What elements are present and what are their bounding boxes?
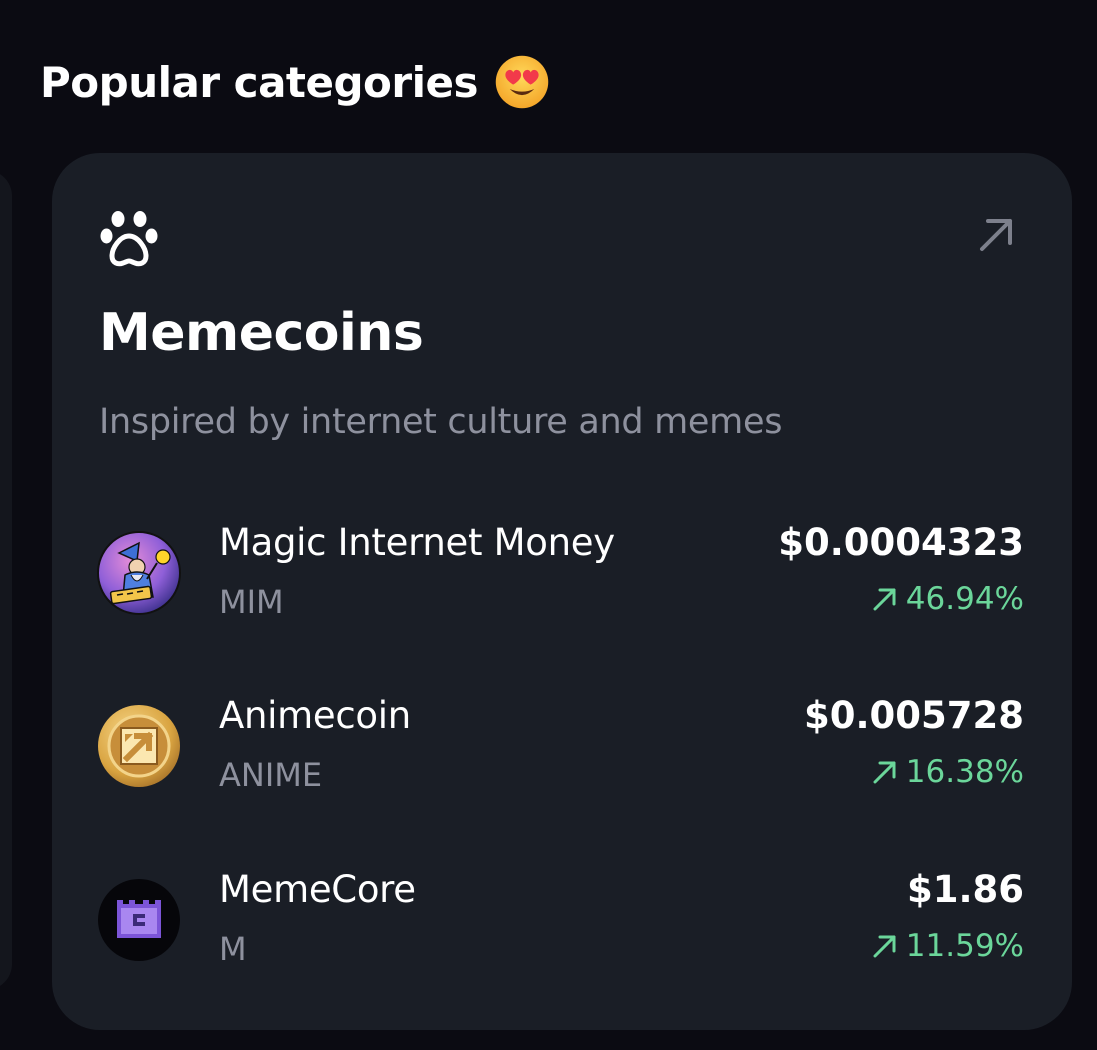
heart-eyes-emoji-icon <box>495 55 549 109</box>
previous-category-card[interactable] <box>0 170 12 990</box>
coin-change: 11.59% <box>870 928 1024 964</box>
gold-coin-logo-icon <box>98 705 180 787</box>
section-title: Popular categories <box>40 57 479 107</box>
coin-name: Animecoin <box>219 694 411 737</box>
coin-price: $0.0004323 <box>778 521 1024 564</box>
coin-symbol: ANIME <box>219 756 323 794</box>
arrow-up-right-icon[interactable] <box>974 213 1018 257</box>
coin-row-anime[interactable]: Animecoin ANIME $0.005728 16.38% <box>52 694 1072 824</box>
coin-name: Magic Internet Money <box>219 521 615 564</box>
coin-row-mim[interactable]: Magic Internet Money MIM $0.0004323 46.9… <box>52 521 1072 651</box>
coin-change-value: 11.59% <box>905 928 1024 964</box>
coin-row-memecore[interactable]: MemeCore M $1.86 11.59% <box>52 868 1072 998</box>
coin-change-value: 16.38% <box>905 754 1024 790</box>
section-header: Popular categories <box>40 52 550 112</box>
trend-up-icon <box>873 935 896 958</box>
coin-change: 46.94% <box>870 581 1024 617</box>
coin-price: $1.86 <box>906 868 1024 911</box>
category-title: Memecoins <box>99 303 424 363</box>
wizard-logo-icon <box>97 531 181 615</box>
category-description: Inspired by internet culture and memes <box>99 402 783 442</box>
trend-up-icon <box>873 588 896 611</box>
coin-price: $0.005728 <box>803 694 1024 737</box>
coin-symbol: M <box>219 930 247 968</box>
trend-up-icon <box>873 761 896 784</box>
purple-block-logo-icon <box>98 879 180 961</box>
paw-icon <box>100 211 158 267</box>
category-card-memecoins[interactable]: Memecoins Inspired by internet culture a… <box>52 153 1072 1030</box>
coin-change-value: 46.94% <box>905 581 1024 617</box>
coin-symbol: MIM <box>219 583 284 621</box>
coin-name: MemeCore <box>219 868 416 911</box>
coin-change: 16.38% <box>870 754 1024 790</box>
